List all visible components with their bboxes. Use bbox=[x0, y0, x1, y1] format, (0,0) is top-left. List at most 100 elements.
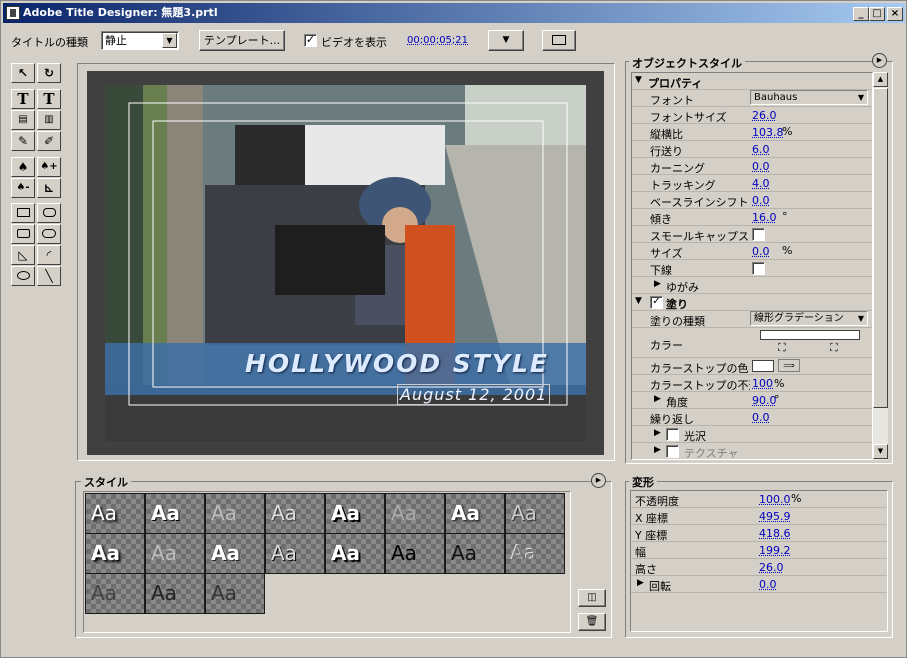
style-swatch[interactable]: Aa bbox=[85, 493, 145, 534]
close-button[interactable]: × bbox=[887, 7, 903, 21]
title-text-object[interactable]: HOLLYWOOD STYLE bbox=[245, 349, 549, 378]
ellipse-tool-icon[interactable] bbox=[11, 266, 35, 286]
style-swatch[interactable]: Aa bbox=[85, 573, 145, 614]
distort-row[interactable]: ▶ ゆがみ bbox=[632, 277, 872, 294]
delete-style-button[interactable]: 🗑 bbox=[578, 613, 606, 631]
fill-section-header[interactable]: ▼ ✓ 塗り bbox=[632, 294, 872, 311]
timecode-field[interactable]: 00;00;05;21 bbox=[407, 35, 468, 46]
fill-type-select[interactable]: 線形グラデーション ▼ bbox=[750, 311, 868, 326]
properties-section-header[interactable]: ▼ プロパティ bbox=[632, 73, 872, 90]
template-button[interactable]: テンプレート... bbox=[199, 30, 285, 51]
round-rectangle-tool-icon[interactable] bbox=[37, 224, 61, 244]
title-canvas[interactable]: HOLLYWOOD STYLE August 12, 2001 bbox=[87, 71, 604, 455]
collapsed-triangle-icon[interactable]: ▶ bbox=[637, 578, 644, 588]
delete-anchor-tool-icon[interactable]: ♠- bbox=[11, 178, 35, 198]
pen-tool-icon[interactable]: ♠ bbox=[11, 157, 35, 177]
sheen-checkbox[interactable] bbox=[666, 428, 679, 441]
clipped-rectangle-tool-icon[interactable] bbox=[11, 224, 35, 244]
new-style-button[interactable]: ◫ bbox=[578, 589, 606, 607]
style-swatch[interactable]: Aa bbox=[325, 533, 385, 574]
stop-opacity-value[interactable]: 100 bbox=[752, 377, 773, 390]
styles-menu-icon[interactable]: ▶ bbox=[591, 473, 606, 488]
scroll-thumb[interactable] bbox=[873, 88, 888, 408]
path-type-tool-icon[interactable]: ✎ bbox=[11, 131, 35, 151]
font-select[interactable]: Bauhaus ▼ bbox=[750, 90, 868, 105]
texture-row[interactable]: ▶ テクスチャ bbox=[632, 443, 872, 459]
angle-value[interactable]: 90.0 bbox=[752, 394, 777, 407]
vertical-area-type-tool-icon[interactable]: ▥ bbox=[37, 110, 61, 130]
title-type-label: タイトルの種類 bbox=[11, 36, 88, 49]
minimize-button[interactable]: _ bbox=[853, 7, 869, 21]
transform-value[interactable]: 418.6 bbox=[759, 527, 791, 540]
date-text-object[interactable]: August 12, 2001 bbox=[396, 384, 551, 405]
marker-icon: ▼ bbox=[502, 35, 510, 45]
style-swatch[interactable]: Aa bbox=[385, 493, 445, 534]
property-value[interactable]: 103.8 bbox=[752, 126, 784, 139]
style-swatch[interactable]: Aa bbox=[385, 533, 445, 574]
property-checkbox[interactable] bbox=[752, 262, 765, 275]
safe-area-button[interactable] bbox=[542, 30, 576, 51]
property-value[interactable]: 0.0 bbox=[752, 245, 770, 258]
properties-scrollbar[interactable]: ▲ ▼ bbox=[873, 72, 888, 460]
property-checkbox[interactable] bbox=[752, 228, 765, 241]
scroll-up-icon[interactable]: ▲ bbox=[873, 72, 888, 87]
type-tool-icon[interactable]: T bbox=[11, 89, 35, 109]
style-swatch[interactable]: Aa bbox=[325, 493, 385, 534]
transform-value[interactable]: 100.0 bbox=[759, 493, 791, 506]
stop-color-swatch[interactable] bbox=[752, 360, 774, 372]
gradient-ramp[interactable] bbox=[760, 330, 860, 340]
fill-checkbox[interactable]: ✓ bbox=[650, 296, 663, 309]
arc-tool-icon[interactable]: ◜ bbox=[37, 245, 61, 265]
selection-tool-icon[interactable]: ↖ bbox=[11, 63, 35, 83]
transform-value[interactable]: 26.0 bbox=[759, 561, 784, 574]
convert-anchor-tool-icon[interactable]: ⊾ bbox=[37, 178, 61, 198]
vertical-type-tool-icon[interactable]: T bbox=[37, 89, 61, 109]
property-value[interactable]: 16.0 bbox=[752, 211, 777, 224]
style-swatch[interactable]: Aa bbox=[505, 533, 565, 574]
sync-marker-button[interactable]: ▼ bbox=[488, 30, 524, 51]
show-video-checkbox[interactable]: ✓ bbox=[304, 34, 317, 47]
property-value[interactable]: 0.0 bbox=[752, 160, 770, 173]
rounded-rectangle-tool-icon[interactable] bbox=[37, 203, 61, 223]
wedge-tool-icon[interactable]: ◺ bbox=[11, 245, 35, 265]
scroll-down-icon[interactable]: ▼ bbox=[873, 444, 888, 459]
title-type-select[interactable]: 静止 ▼ bbox=[101, 31, 179, 50]
property-row: 傾き 16.0 ° bbox=[632, 209, 872, 226]
property-value[interactable]: 6.0 bbox=[752, 143, 770, 156]
style-swatch[interactable]: Aa bbox=[445, 533, 505, 574]
area-type-tool-icon[interactable]: ▤ bbox=[11, 110, 35, 130]
add-anchor-tool-icon[interactable]: ♠+ bbox=[37, 157, 61, 177]
sheen-row[interactable]: ▶ 光沢 bbox=[632, 426, 872, 443]
style-swatch[interactable]: Aa bbox=[205, 493, 265, 534]
color-stop-right-icon[interactable]: ⛶ bbox=[830, 341, 838, 355]
rectangle-tool-icon[interactable] bbox=[11, 203, 35, 223]
property-value[interactable]: 26.0 bbox=[752, 109, 777, 122]
transform-value[interactable]: 199.2 bbox=[759, 544, 791, 557]
chevron-down-icon: ▼ bbox=[857, 314, 864, 323]
style-swatch[interactable]: Aa bbox=[205, 533, 265, 574]
rotation-tool-icon[interactable]: ↻ bbox=[37, 63, 61, 83]
style-swatch[interactable]: Aa bbox=[145, 493, 205, 534]
transform-value[interactable]: 0.0 bbox=[759, 578, 777, 591]
vertical-path-type-tool-icon[interactable]: ✐ bbox=[37, 131, 61, 151]
style-swatch[interactable]: Aa bbox=[445, 493, 505, 534]
transform-value[interactable]: 495.9 bbox=[759, 510, 791, 523]
style-swatch[interactable]: Aa bbox=[505, 493, 565, 534]
style-swatch[interactable]: Aa bbox=[145, 533, 205, 574]
style-swatch[interactable]: Aa bbox=[205, 573, 265, 614]
line-tool-icon[interactable]: ╲ bbox=[37, 266, 61, 286]
style-swatch[interactable]: Aa bbox=[145, 573, 205, 614]
style-swatch[interactable]: Aa bbox=[85, 533, 145, 574]
collapsed-triangle-icon[interactable]: ▶ bbox=[654, 394, 661, 404]
property-value[interactable]: 0.0 bbox=[752, 194, 770, 207]
color-stop-left-icon[interactable]: ⛶ bbox=[778, 341, 786, 355]
maximize-button[interactable]: □ bbox=[869, 7, 885, 21]
title-type-value: 静止 bbox=[105, 34, 127, 47]
object-style-menu-icon[interactable]: ▶ bbox=[872, 53, 887, 68]
repeat-value[interactable]: 0.0 bbox=[752, 411, 770, 424]
style-swatch[interactable]: Aa bbox=[265, 533, 325, 574]
texture-checkbox[interactable] bbox=[666, 445, 679, 458]
eyedropper-icon[interactable]: ⟹ bbox=[778, 359, 800, 372]
style-swatch[interactable]: Aa bbox=[265, 493, 325, 534]
property-value[interactable]: 4.0 bbox=[752, 177, 770, 190]
